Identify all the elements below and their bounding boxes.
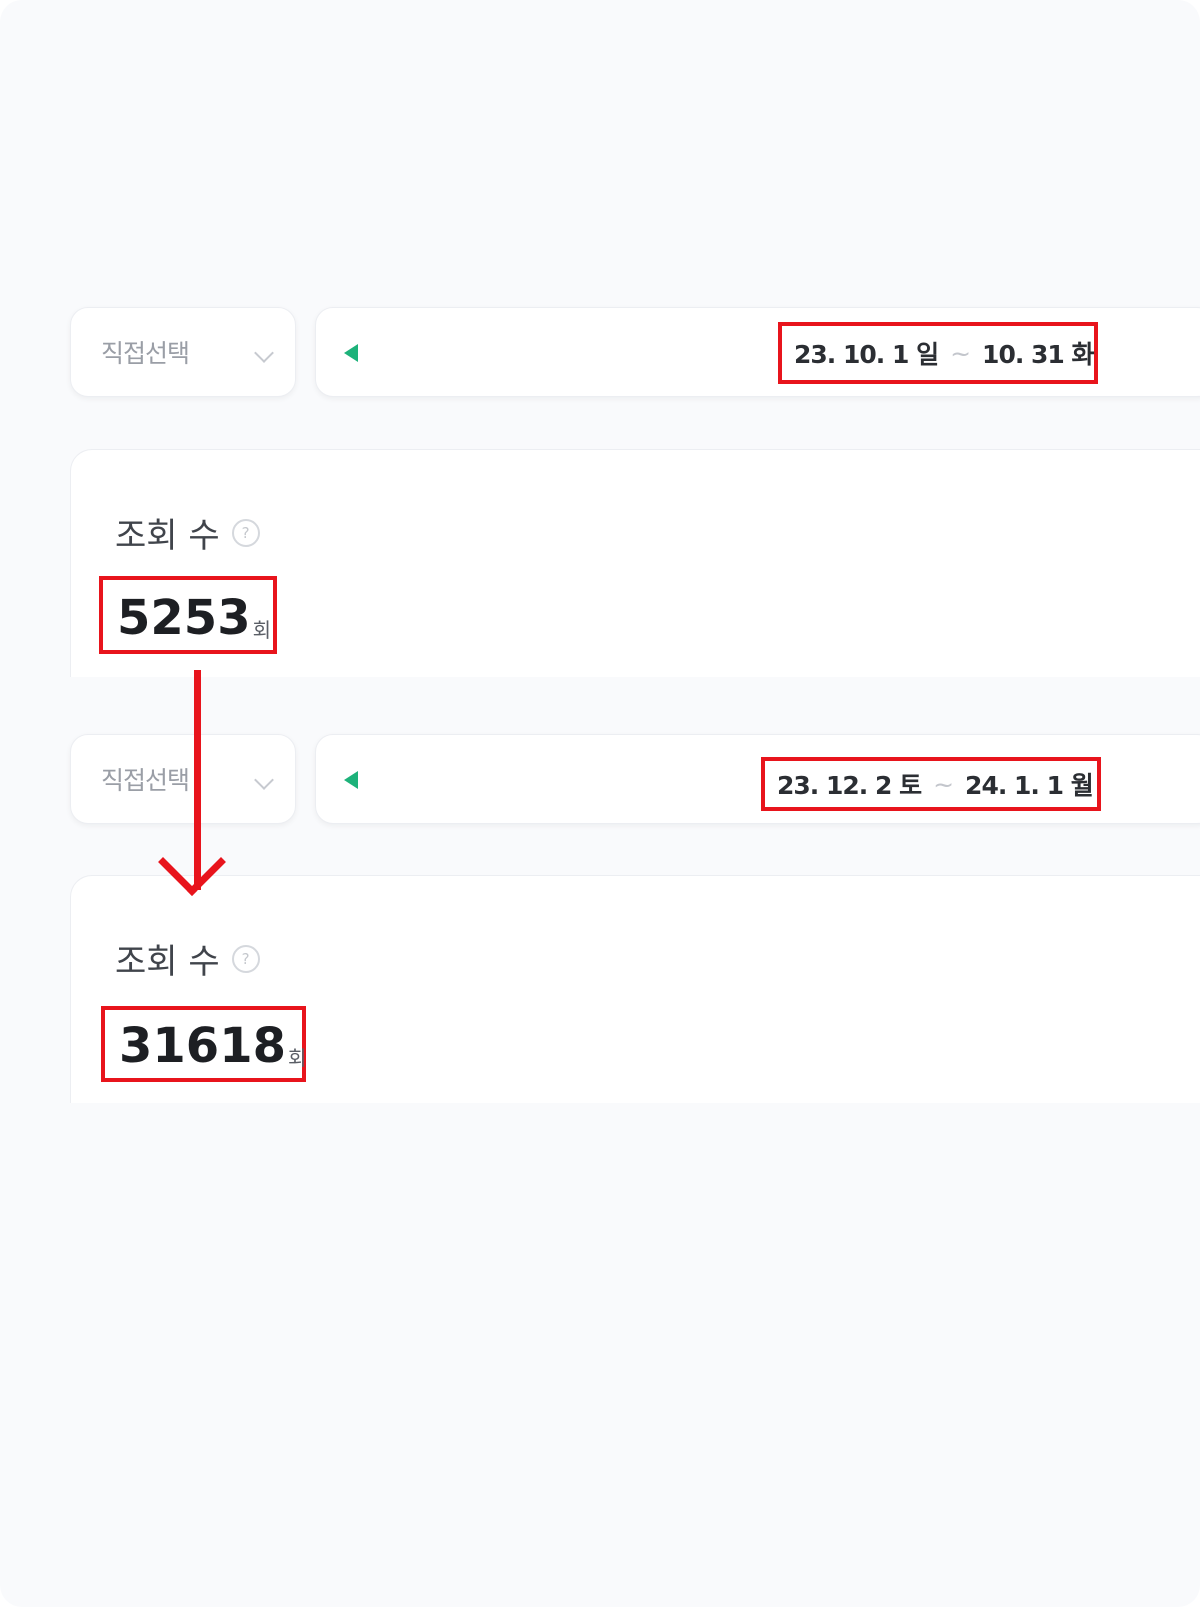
stat-value-highlight: 5253 회: [99, 576, 277, 654]
period-select-label: 직접선택: [101, 766, 190, 795]
stat-unit: 회: [252, 618, 271, 642]
date-separator: ~: [933, 769, 954, 799]
date-range-highlight: 23. 12. 2 토 ~ 24. 1. 1 월: [761, 757, 1101, 811]
date-start: 23. 10. 1 일: [794, 340, 939, 369]
help-icon[interactable]: ?: [231, 944, 260, 973]
period-select[interactable]: 직접선택: [70, 734, 296, 824]
date-range-selector[interactable]: 23. 12. 2 토 ~ 24. 1. 1 월: [315, 734, 1200, 824]
date-range-highlight: 23. 10. 1 일 ~ 10. 31 화: [778, 322, 1098, 384]
prev-arrow-icon[interactable]: [344, 344, 358, 362]
date-start: 23. 12. 2 토: [777, 771, 922, 800]
date-separator: ~: [950, 338, 971, 368]
stat-unit: 회: [288, 1046, 307, 1070]
chevron-down-icon: [254, 770, 274, 790]
screenshot-frame: 직접선택 23. 10. 1 일 ~ 10. 31 화 조회 수 ? 5253 …: [0, 0, 1200, 1607]
stat-value: 31618: [119, 1018, 286, 1074]
stat-title-label: 조회 수: [115, 516, 220, 556]
help-icon[interactable]: ?: [231, 518, 260, 547]
chevron-down-icon: [254, 343, 274, 363]
date-end: 24. 1. 1 월: [965, 771, 1094, 800]
prev-arrow-icon[interactable]: [344, 771, 358, 789]
stat-value: 5253: [117, 590, 251, 646]
stat-value-highlight: 31618 회: [101, 1006, 306, 1082]
stat-title: 조회 수 ?: [115, 508, 260, 557]
period-select[interactable]: 직접선택: [70, 307, 296, 397]
period-select-label: 직접선택: [101, 339, 190, 368]
date-range-selector[interactable]: 23. 10. 1 일 ~ 10. 31 화: [315, 307, 1200, 397]
views-stat-card: 조회 수 ? 5253 회: [70, 449, 1200, 677]
stat-title: 조회 수 ?: [115, 934, 260, 983]
views-stat-card: 조회 수 ? 31618 회: [70, 875, 1200, 1103]
stat-title-label: 조회 수: [115, 942, 220, 982]
date-end: 10. 31 화: [982, 340, 1094, 369]
